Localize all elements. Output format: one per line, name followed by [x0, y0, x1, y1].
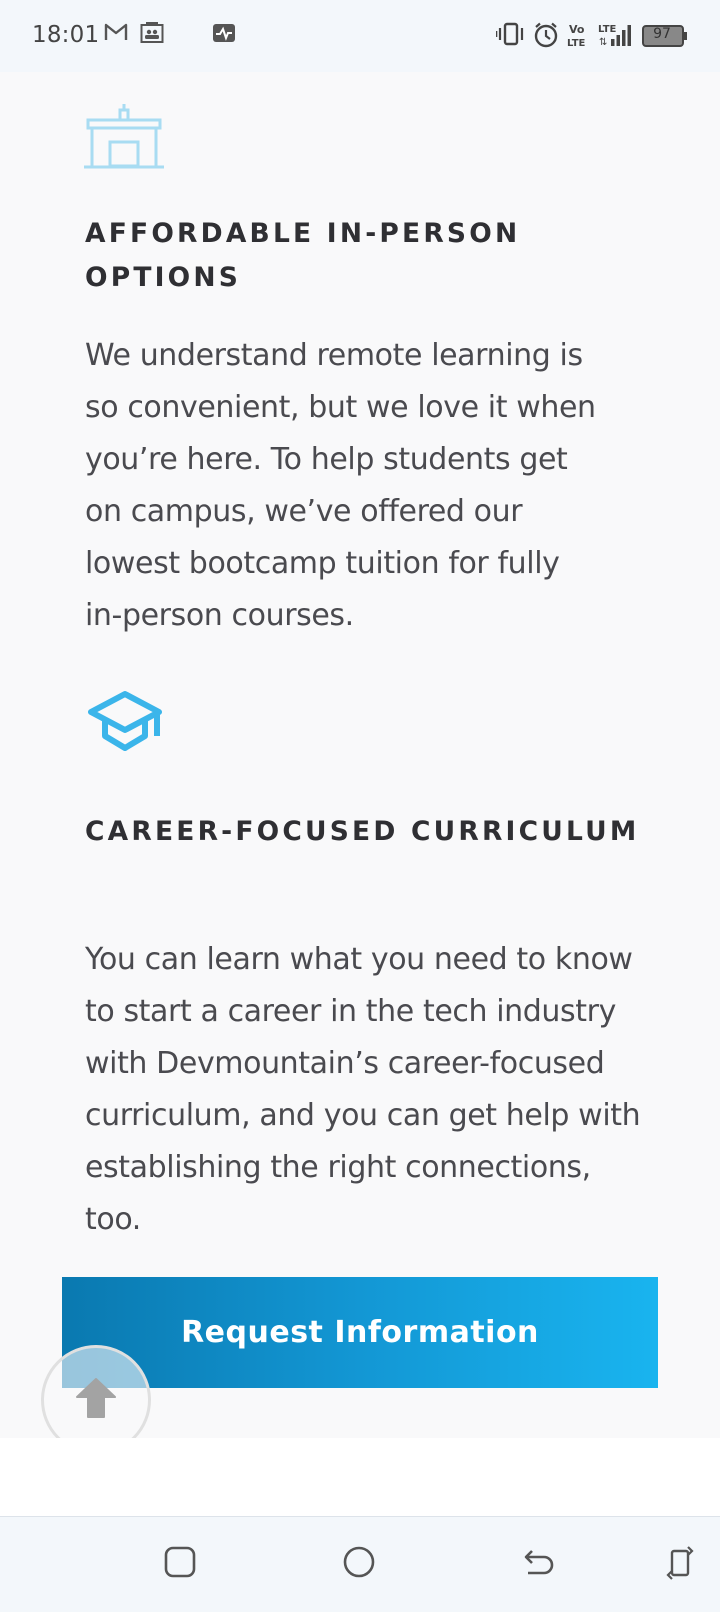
body-line: on campus, we’ve offered our	[85, 494, 523, 529]
building-icon	[84, 102, 164, 177]
svg-text:LTE: LTE	[598, 24, 617, 35]
body-line: you’re here. To help students get	[85, 442, 568, 477]
feature-body-affordable: We understand remote learning is so conv…	[85, 330, 655, 642]
body-line: You can learn what you need to know	[85, 942, 633, 977]
svg-text:⇅: ⇅	[599, 37, 607, 48]
gmail-icon	[104, 22, 128, 47]
body-line: curriculum, and you can get help with	[85, 1098, 641, 1133]
body-line: lowest bootcamp tuition for fully	[85, 546, 560, 581]
battery-level: 97	[653, 26, 671, 42]
request-information-button[interactable]: Request Information	[62, 1277, 658, 1388]
feature-title-line: AFFORDABLE IN-PERSON	[85, 218, 521, 249]
alarm-icon	[533, 22, 559, 53]
feature-title-career: CAREER-FOCUSED CURRICULUM	[85, 816, 640, 847]
contacts-card-icon	[140, 22, 164, 49]
feature-title-affordable: AFFORDABLE IN-PERSON OPTIONS	[85, 212, 645, 300]
status-time: 18:01	[32, 22, 100, 48]
home-circle-icon[interactable]	[342, 1545, 376, 1584]
activity-icon	[212, 22, 236, 49]
back-arrow-icon[interactable]	[522, 1545, 556, 1584]
recents-square-icon[interactable]	[163, 1545, 197, 1584]
body-line: so convenient, but we love it when	[85, 390, 596, 425]
svg-text:Vo: Vo	[569, 23, 585, 36]
svg-text:LTE: LTE	[567, 38, 586, 48]
screen: 18:01 Vo LTE LTE ⇅ 97 AFFORDABLE IN-PERS…	[0, 0, 720, 1612]
body-line: too.	[85, 1202, 141, 1237]
body-line: in-person courses.	[85, 598, 354, 633]
vibrate-icon	[495, 22, 526, 51]
arrow-up-icon	[74, 1376, 118, 1425]
feature-title-line: OPTIONS	[85, 262, 242, 293]
feature-body-career: You can learn what you need to know to s…	[85, 934, 655, 1246]
page-footer-area	[0, 1438, 720, 1518]
graduation-cap-icon	[87, 690, 163, 759]
body-line: establishing the right connections,	[85, 1150, 591, 1185]
body-line: We understand remote learning is	[85, 338, 583, 373]
lte-signal-icon: LTE ⇅	[598, 22, 634, 53]
system-nav-bar	[0, 1516, 720, 1612]
body-line: with Devmountain’s career-focused	[85, 1046, 605, 1081]
status-bar: 18:01 Vo LTE LTE ⇅ 97	[0, 0, 720, 72]
volte-icon: Vo LTE	[567, 22, 591, 53]
rotate-screen-icon[interactable]	[666, 1545, 694, 1586]
battery-icon: 97	[642, 24, 688, 48]
body-line: to start a career in the tech industry	[85, 994, 616, 1029]
page-content: AFFORDABLE IN-PERSON OPTIONS We understa…	[0, 72, 720, 1438]
